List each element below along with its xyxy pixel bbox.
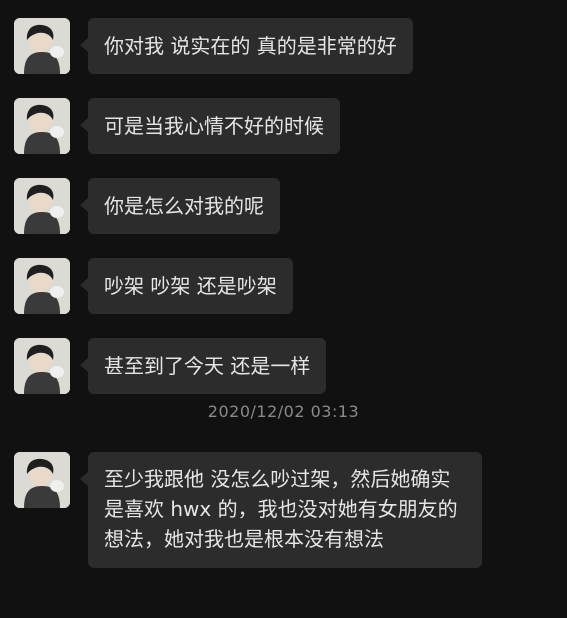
avatar[interactable] bbox=[14, 178, 70, 234]
message-row: 你对我 说实在的 真的是非常的好 bbox=[14, 18, 413, 74]
message-bubble[interactable]: 吵架 吵架 还是吵架 bbox=[80, 258, 293, 314]
message-row: 你是怎么对我的呢 bbox=[14, 178, 280, 234]
avatar[interactable] bbox=[14, 338, 70, 394]
avatar[interactable] bbox=[14, 258, 70, 314]
message-row: 至少我跟他 没怎么吵过架，然后她确实是喜欢 hwx 的，我也没对她有女朋友的想法… bbox=[14, 452, 482, 568]
message-bubble[interactable]: 可是当我心情不好的时候 bbox=[80, 98, 340, 154]
message-row: 吵架 吵架 还是吵架 bbox=[14, 258, 293, 314]
message-row: 可是当我心情不好的时候 bbox=[14, 98, 340, 154]
avatar[interactable] bbox=[14, 452, 70, 508]
message-bubble[interactable]: 你是怎么对我的呢 bbox=[80, 178, 280, 234]
message-bubble[interactable]: 你对我 说实在的 真的是非常的好 bbox=[80, 18, 413, 74]
message-bubble[interactable]: 至少我跟他 没怎么吵过架，然后她确实是喜欢 hwx 的，我也没对她有女朋友的想法… bbox=[80, 452, 482, 568]
timestamp: 2020/12/02 03:13 bbox=[207, 402, 360, 421]
avatar[interactable] bbox=[14, 98, 70, 154]
message-row: 甚至到了今天 还是一样 bbox=[14, 338, 327, 394]
message-bubble[interactable]: 甚至到了今天 还是一样 bbox=[79, 338, 327, 394]
chat-window: 你对我 说实在的 真的是非常的好 可是当我心情不好的时候 你是怎么对我的呢 吵架… bbox=[0, 0, 567, 618]
avatar[interactable] bbox=[14, 18, 70, 74]
